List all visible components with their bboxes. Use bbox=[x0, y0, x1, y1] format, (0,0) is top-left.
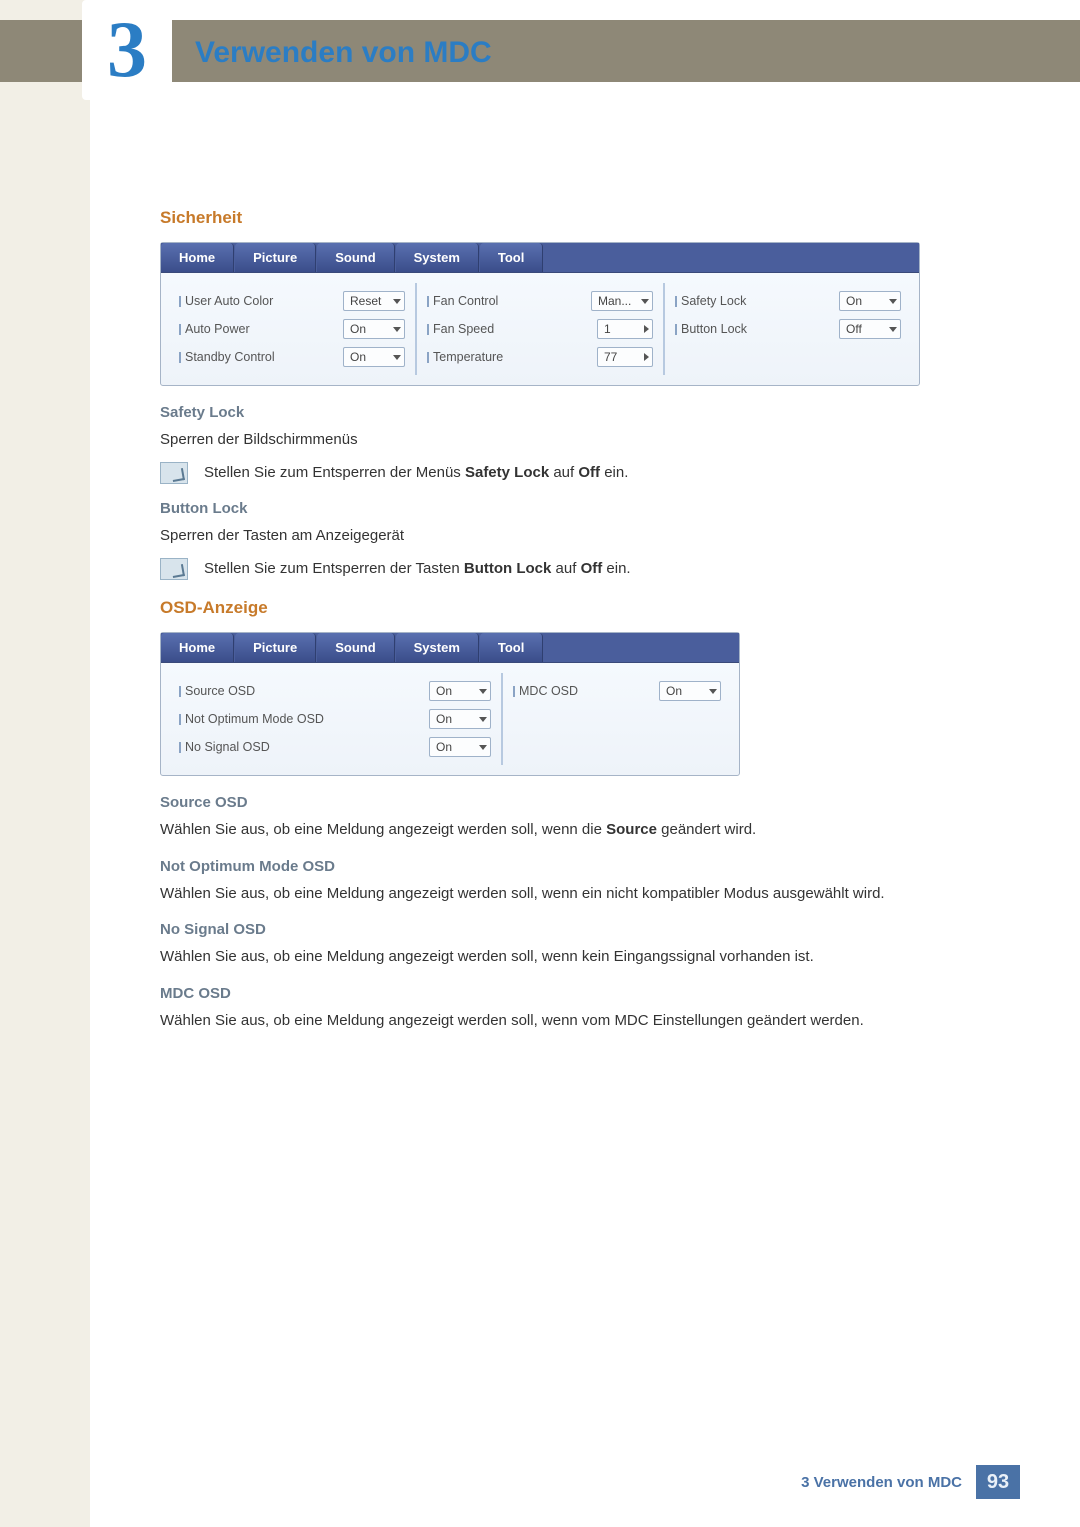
note-button-lock: Stellen Sie zum Entsperren der Tasten Bu… bbox=[160, 558, 980, 581]
subheading-mdc-osd: MDC OSD bbox=[160, 985, 980, 1002]
dropdown-user-auto-color[interactable]: Reset bbox=[343, 291, 405, 311]
subheading-button-lock: Button Lock bbox=[160, 500, 980, 517]
chevron-right-icon bbox=[644, 325, 649, 333]
dropdown-auto-power[interactable]: On bbox=[343, 319, 405, 339]
label-safety-lock: Safety Lock bbox=[675, 294, 831, 308]
chapter-title: Verwenden von MDC bbox=[195, 36, 492, 70]
tab-sound[interactable]: Sound bbox=[317, 243, 394, 272]
chevron-down-icon bbox=[479, 745, 487, 750]
chevron-down-icon bbox=[479, 689, 487, 694]
text-source-osd: Wählen Sie aus, ob eine Meldung angezeig… bbox=[160, 819, 980, 842]
label-fan-speed: Fan Speed bbox=[427, 322, 589, 336]
chevron-down-icon bbox=[641, 299, 649, 304]
tab-sound[interactable]: Sound bbox=[317, 633, 394, 662]
subheading-source-osd: Source OSD bbox=[160, 794, 980, 811]
chevron-down-icon bbox=[709, 689, 717, 694]
label-no-signal-osd: No Signal OSD bbox=[179, 740, 421, 754]
label-not-optimum-osd: Not Optimum Mode OSD bbox=[179, 712, 421, 726]
dropdown-safety-lock[interactable]: On bbox=[839, 291, 901, 311]
dropdown-fan-control[interactable]: Man... bbox=[591, 291, 653, 311]
page-content: Sicherheit Home Picture Sound System Too… bbox=[160, 190, 980, 1040]
tab-tool[interactable]: Tool bbox=[480, 633, 543, 662]
label-fan-control: Fan Control bbox=[427, 294, 583, 308]
tab-picture[interactable]: Picture bbox=[235, 633, 316, 662]
dropdown-button-lock[interactable]: Off bbox=[839, 319, 901, 339]
tab-home[interactable]: Home bbox=[161, 243, 234, 272]
chapter-number: 3 bbox=[82, 0, 172, 100]
note-icon bbox=[160, 462, 188, 484]
page-number: 93 bbox=[976, 1465, 1020, 1499]
left-rail bbox=[0, 0, 90, 1527]
safety-tabs: Home Picture Sound System Tool bbox=[161, 243, 919, 273]
tab-picture[interactable]: Picture bbox=[235, 243, 316, 272]
label-source-osd: Source OSD bbox=[179, 684, 421, 698]
tab-tool[interactable]: Tool bbox=[480, 243, 543, 272]
section-heading-sicherheit: Sicherheit bbox=[160, 208, 980, 228]
dropdown-no-signal-osd[interactable]: On bbox=[429, 737, 491, 757]
spinner-temperature[interactable]: 77 bbox=[597, 347, 653, 367]
text-mdc-osd: Wählen Sie aus, ob eine Meldung angezeig… bbox=[160, 1010, 980, 1033]
label-temperature: Temperature bbox=[427, 350, 589, 364]
label-auto-power: Auto Power bbox=[179, 322, 335, 336]
chevron-down-icon bbox=[889, 299, 897, 304]
chevron-down-icon bbox=[393, 299, 401, 304]
text-not-optimum: Wählen Sie aus, ob eine Meldung angezeig… bbox=[160, 883, 980, 906]
subheading-safety-lock: Safety Lock bbox=[160, 404, 980, 421]
safety-col-1: User Auto Color Reset Auto Power On Standb… bbox=[169, 283, 415, 375]
text-no-signal: Wählen Sie aus, ob eine Meldung angezeig… bbox=[160, 946, 980, 969]
note-icon bbox=[160, 558, 188, 580]
safety-col-2: Fan Control Man... Fan Speed 1 Temperature… bbox=[415, 283, 663, 375]
chevron-down-icon bbox=[479, 717, 487, 722]
tab-system[interactable]: System bbox=[396, 633, 479, 662]
text-safety-lock: Sperren der Bildschirmmenüs bbox=[160, 429, 980, 452]
osd-col-1: Source OSD On Not Optimum Mode OSD On No S… bbox=[169, 673, 501, 765]
tab-system[interactable]: System bbox=[396, 243, 479, 272]
label-mdc-osd: MDC OSD bbox=[513, 684, 651, 698]
dropdown-source-osd[interactable]: On bbox=[429, 681, 491, 701]
safety-panel: Home Picture Sound System Tool User Auto… bbox=[160, 242, 920, 386]
safety-col-3: Safety Lock On Button Lock Off bbox=[663, 283, 911, 375]
chevron-down-icon bbox=[393, 327, 401, 332]
section-heading-osd: OSD-Anzeige bbox=[160, 598, 980, 618]
dropdown-mdc-osd[interactable]: On bbox=[659, 681, 721, 701]
osd-col-2: MDC OSD On bbox=[501, 673, 731, 765]
note-safety-lock: Stellen Sie zum Entsperren der Menüs Saf… bbox=[160, 462, 980, 485]
dropdown-not-optimum-osd[interactable]: On bbox=[429, 709, 491, 729]
note-text: Stellen Sie zum Entsperren der Tasten Bu… bbox=[204, 558, 631, 581]
tab-home[interactable]: Home bbox=[161, 633, 234, 662]
osd-panel: Home Picture Sound System Tool Source OS… bbox=[160, 632, 740, 776]
label-standby-control: Standby Control bbox=[179, 350, 335, 364]
spinner-fan-speed[interactable]: 1 bbox=[597, 319, 653, 339]
dropdown-standby-control[interactable]: On bbox=[343, 347, 405, 367]
label-button-lock: Button Lock bbox=[675, 322, 831, 336]
note-text: Stellen Sie zum Entsperren der Menüs Saf… bbox=[204, 462, 628, 485]
osd-tabs: Home Picture Sound System Tool bbox=[161, 633, 739, 663]
subheading-not-optimum: Not Optimum Mode OSD bbox=[160, 858, 980, 875]
page-footer: 3 Verwenden von MDC 93 bbox=[0, 1465, 1080, 1499]
chevron-down-icon bbox=[889, 327, 897, 332]
text-button-lock: Sperren der Tasten am Anzeigegerät bbox=[160, 525, 980, 548]
chevron-down-icon bbox=[393, 355, 401, 360]
chevron-right-icon bbox=[644, 353, 649, 361]
footer-chapter-label: 3 Verwenden von MDC bbox=[801, 1474, 962, 1491]
subheading-no-signal: No Signal OSD bbox=[160, 921, 980, 938]
label-user-auto-color: User Auto Color bbox=[179, 294, 335, 308]
